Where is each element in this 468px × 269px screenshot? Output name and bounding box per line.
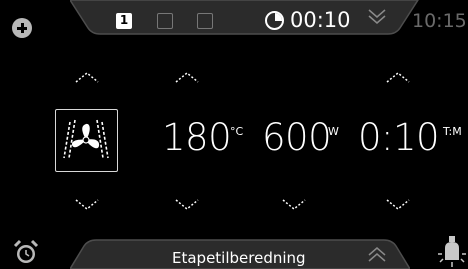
step-3-button[interactable] — [197, 13, 213, 29]
time-down-arrow[interactable] — [385, 198, 411, 212]
power-down-arrow[interactable] — [281, 198, 307, 212]
add-plus-icon[interactable] — [12, 18, 32, 38]
temperature-down-arrow[interactable] — [174, 198, 200, 212]
fan-icon — [63, 119, 109, 159]
step-1-button[interactable]: 1 — [116, 13, 132, 29]
alarm-icon[interactable] — [12, 238, 40, 266]
clock: 10:15 — [412, 10, 467, 32]
time-value[interactable]: 0:10 — [358, 119, 440, 156]
oven-control-screen: 1 00:10 10:15 180 °C 600 W 0:10 T:M Etap… — [0, 0, 468, 269]
lamp-icon[interactable] — [438, 234, 466, 268]
mode-up-arrow[interactable] — [74, 70, 100, 84]
chevron-double-up-icon[interactable] — [366, 244, 388, 266]
step-2-button[interactable] — [157, 13, 173, 29]
fan-mode-button[interactable] — [55, 109, 118, 172]
temperature-unit: °C — [230, 125, 244, 138]
timer-icon — [265, 11, 284, 30]
temperature-value[interactable]: 180 — [162, 119, 232, 156]
timer-value[interactable]: 00:10 — [290, 8, 351, 32]
power-unit: W — [328, 125, 339, 138]
chevron-double-down-icon[interactable] — [366, 6, 388, 28]
power-value[interactable]: 600 — [262, 119, 332, 156]
mode-down-arrow[interactable] — [74, 198, 100, 212]
temperature-up-arrow[interactable] — [174, 70, 200, 84]
multi-step-cooking-label[interactable]: Etapetilberedning — [172, 249, 306, 267]
time-up-arrow[interactable] — [385, 70, 411, 84]
time-unit: T:M — [443, 125, 462, 138]
